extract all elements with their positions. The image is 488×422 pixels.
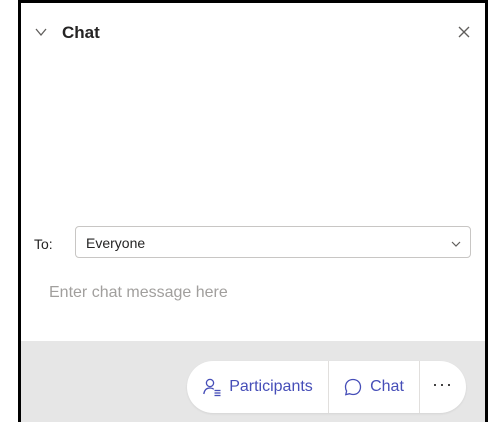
chat-header: Chat xyxy=(21,3,485,61)
more-options-button[interactable]: ··· xyxy=(419,361,466,413)
participants-label: Participants xyxy=(229,378,313,395)
recipient-label: To: xyxy=(34,236,53,252)
participants-button[interactable]: Participants xyxy=(187,361,328,413)
close-icon[interactable] xyxy=(457,25,471,39)
chat-message-input[interactable] xyxy=(49,280,459,306)
recipient-select[interactable]: Everyone xyxy=(75,226,471,258)
chat-label: Chat xyxy=(370,378,404,395)
chat-bubble-icon xyxy=(344,378,362,396)
chevron-down-icon xyxy=(450,237,462,249)
participants-icon xyxy=(203,378,221,397)
chevron-down-icon[interactable] xyxy=(34,25,48,39)
chat-button[interactable]: Chat xyxy=(328,361,419,413)
recipient-row: To: Everyone xyxy=(21,225,485,263)
chat-panel: Chat To: Everyone Enter chat message her… xyxy=(18,0,488,422)
panel-title: Chat xyxy=(62,23,100,42)
recipient-value: Everyone xyxy=(86,235,146,251)
footer-bar: Participants Chat ··· xyxy=(21,341,485,422)
footer-button-group: Participants Chat ··· xyxy=(187,361,466,413)
more-icon: ··· xyxy=(432,374,453,394)
